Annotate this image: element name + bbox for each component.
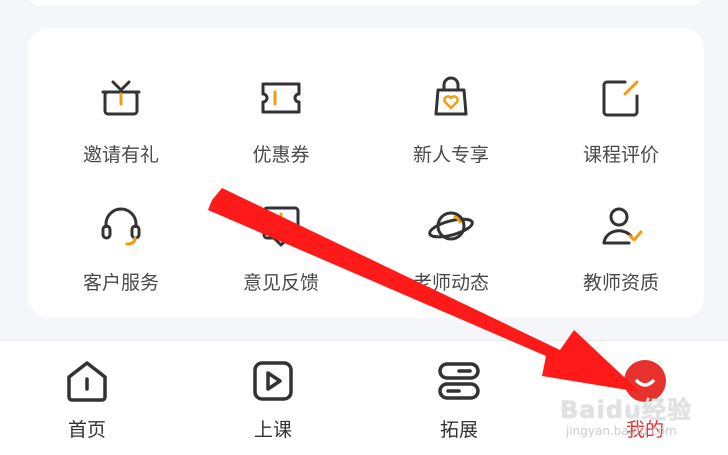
tab-label: 我的 (625, 419, 664, 441)
grid-item-label: 教师资质 (582, 272, 659, 294)
services-grid: 邀请有礼 优惠券 新人专享 课程评价 客户服务 意见反馈 老师动态 教师资质 (28, 28, 704, 318)
grid-item-label: 新人专享 (412, 144, 489, 166)
grid-item-label: 意见反馈 (242, 272, 319, 294)
tab-home[interactable]: 首页 (32, 341, 142, 455)
grid-item-teacher-updates[interactable]: 老师动态 (391, 200, 511, 320)
tab-label: 首页 (67, 419, 106, 441)
previous-card-edge (28, 0, 704, 6)
ticket-icon (261, 82, 301, 114)
gift-icon (101, 80, 141, 116)
bottom-tab-bar: 首页 上课 拓展 我的 (0, 340, 728, 455)
tab-expand[interactable]: 拓展 (404, 341, 514, 455)
grid-item-label: 课程评价 (582, 144, 659, 166)
shopping-bag-heart-icon (434, 76, 468, 116)
grid-item-feedback[interactable]: 意见反馈 (221, 200, 341, 320)
tab-label: 上课 (253, 419, 292, 441)
profile-face-icon (624, 360, 666, 402)
grid-item-course-review[interactable]: 课程评价 (561, 72, 681, 192)
grid-item-coupon[interactable]: 优惠券 (221, 72, 341, 192)
planet-icon (428, 211, 474, 241)
grid-item-label: 邀请有礼 (82, 144, 159, 166)
edit-icon (602, 80, 639, 117)
home-icon (67, 361, 107, 402)
grid-item-invite[interactable]: 邀请有礼 (61, 72, 181, 192)
headset-icon (101, 207, 141, 246)
grid-item-newcomer[interactable]: 新人专享 (391, 72, 511, 192)
play-icon (253, 361, 293, 401)
grid-item-label: 老师动态 (412, 272, 489, 294)
tab-mine[interactable]: 我的 (590, 341, 700, 455)
grid-item-label: 客户服务 (82, 272, 159, 294)
tab-class[interactable]: 上课 (218, 341, 328, 455)
grid-item-teacher-qualifications[interactable]: 教师资质 (561, 200, 681, 320)
tab-label: 拓展 (439, 419, 478, 441)
grid-item-label: 优惠券 (252, 144, 310, 166)
feedback-icon (262, 206, 300, 247)
expand-icon (438, 362, 480, 400)
user-check-icon (602, 207, 643, 245)
grid-item-customer-service[interactable]: 客户服务 (61, 200, 181, 320)
